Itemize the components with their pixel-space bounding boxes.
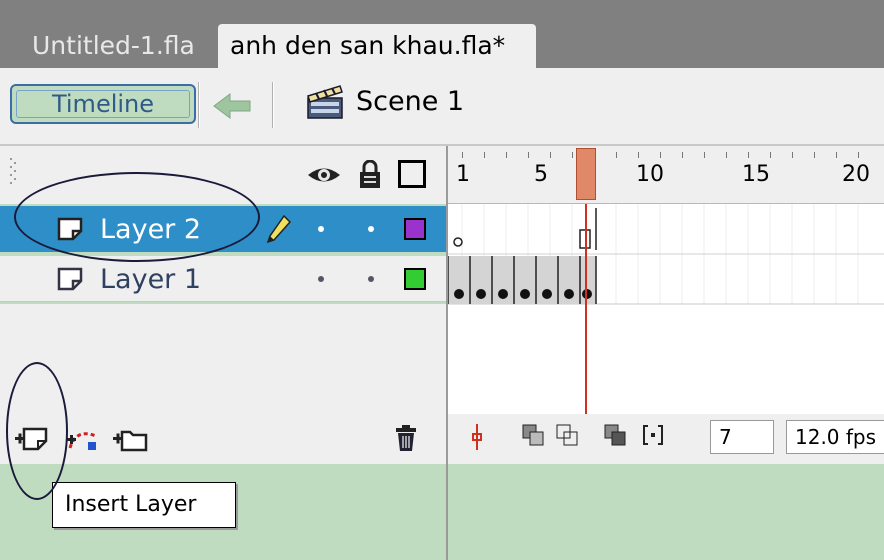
delete-layer-icon[interactable] [394,424,418,452]
left-arrow-icon[interactable] [210,88,256,124]
ruler-label: 10 [636,162,664,187]
frame-rate-field[interactable]: 12.0 fps [786,420,884,454]
insert-layer-folder-icon[interactable] [112,426,148,452]
lock-icon[interactable] [358,159,382,190]
clapperboard-icon [304,82,348,122]
center-frame-icon[interactable] [466,424,488,450]
ruler-label: 20 [842,162,870,187]
insert-layer-tooltip: Insert Layer [52,482,236,528]
panel-grip-icon[interactable] [8,156,18,186]
ruler-label: 1 [456,162,470,187]
pencil-icon [264,214,292,244]
current-frame-field[interactable]: 7 [710,420,774,454]
toolbar-separator [272,82,274,128]
timeline-button-label: Timeline [51,90,155,118]
layer-icon [56,266,84,292]
onion-skin-outlines-icon[interactable] [556,424,578,446]
outline-icon[interactable] [398,160,426,188]
lock-dot[interactable] [368,226,374,232]
visibility-dot[interactable] [318,276,324,282]
modify-onion-markers-icon[interactable] [642,424,664,446]
toolbar-separator [198,82,200,128]
frame-ruler[interactable]: 1 5 10 15 20 [448,146,884,204]
visibility-dot[interactable] [318,226,324,232]
ruler-label: 5 [534,162,548,187]
document-tab-bar: Untitled-1.fla anh den san khau.fla* [0,0,884,68]
timeline-button[interactable]: Timeline [10,84,196,124]
frames-grid[interactable] [448,204,884,414]
ruler-label: 15 [742,162,770,187]
annotation-oval-layer [14,172,260,262]
outline-color-swatch[interactable] [404,218,426,240]
edit-multiple-frames-icon[interactable] [604,424,626,446]
lock-dot[interactable] [368,276,374,282]
frame-toolbar: 7 12.0 fps [448,414,884,464]
annotation-oval-insert-layer [6,362,68,500]
layer-row-layer-1[interactable]: Layer 1 [0,256,446,302]
layer-name[interactable]: Layer 1 [100,264,201,295]
onion-skin-icon[interactable] [522,424,544,446]
scene-label[interactable]: Scene 1 [356,86,464,117]
playhead-marker[interactable] [576,148,596,200]
outline-color-swatch[interactable] [404,268,426,290]
tab-anh-den-san-khau[interactable]: anh den san khau.fla* [218,24,536,68]
layer-list-empty-area [0,304,446,414]
eye-icon[interactable] [306,162,342,188]
timeline-toolbar: Timeline Scene 1 [0,68,884,146]
add-motion-guide-icon[interactable] [66,426,102,452]
tab-untitled-1[interactable]: Untitled-1.fla [20,24,208,68]
